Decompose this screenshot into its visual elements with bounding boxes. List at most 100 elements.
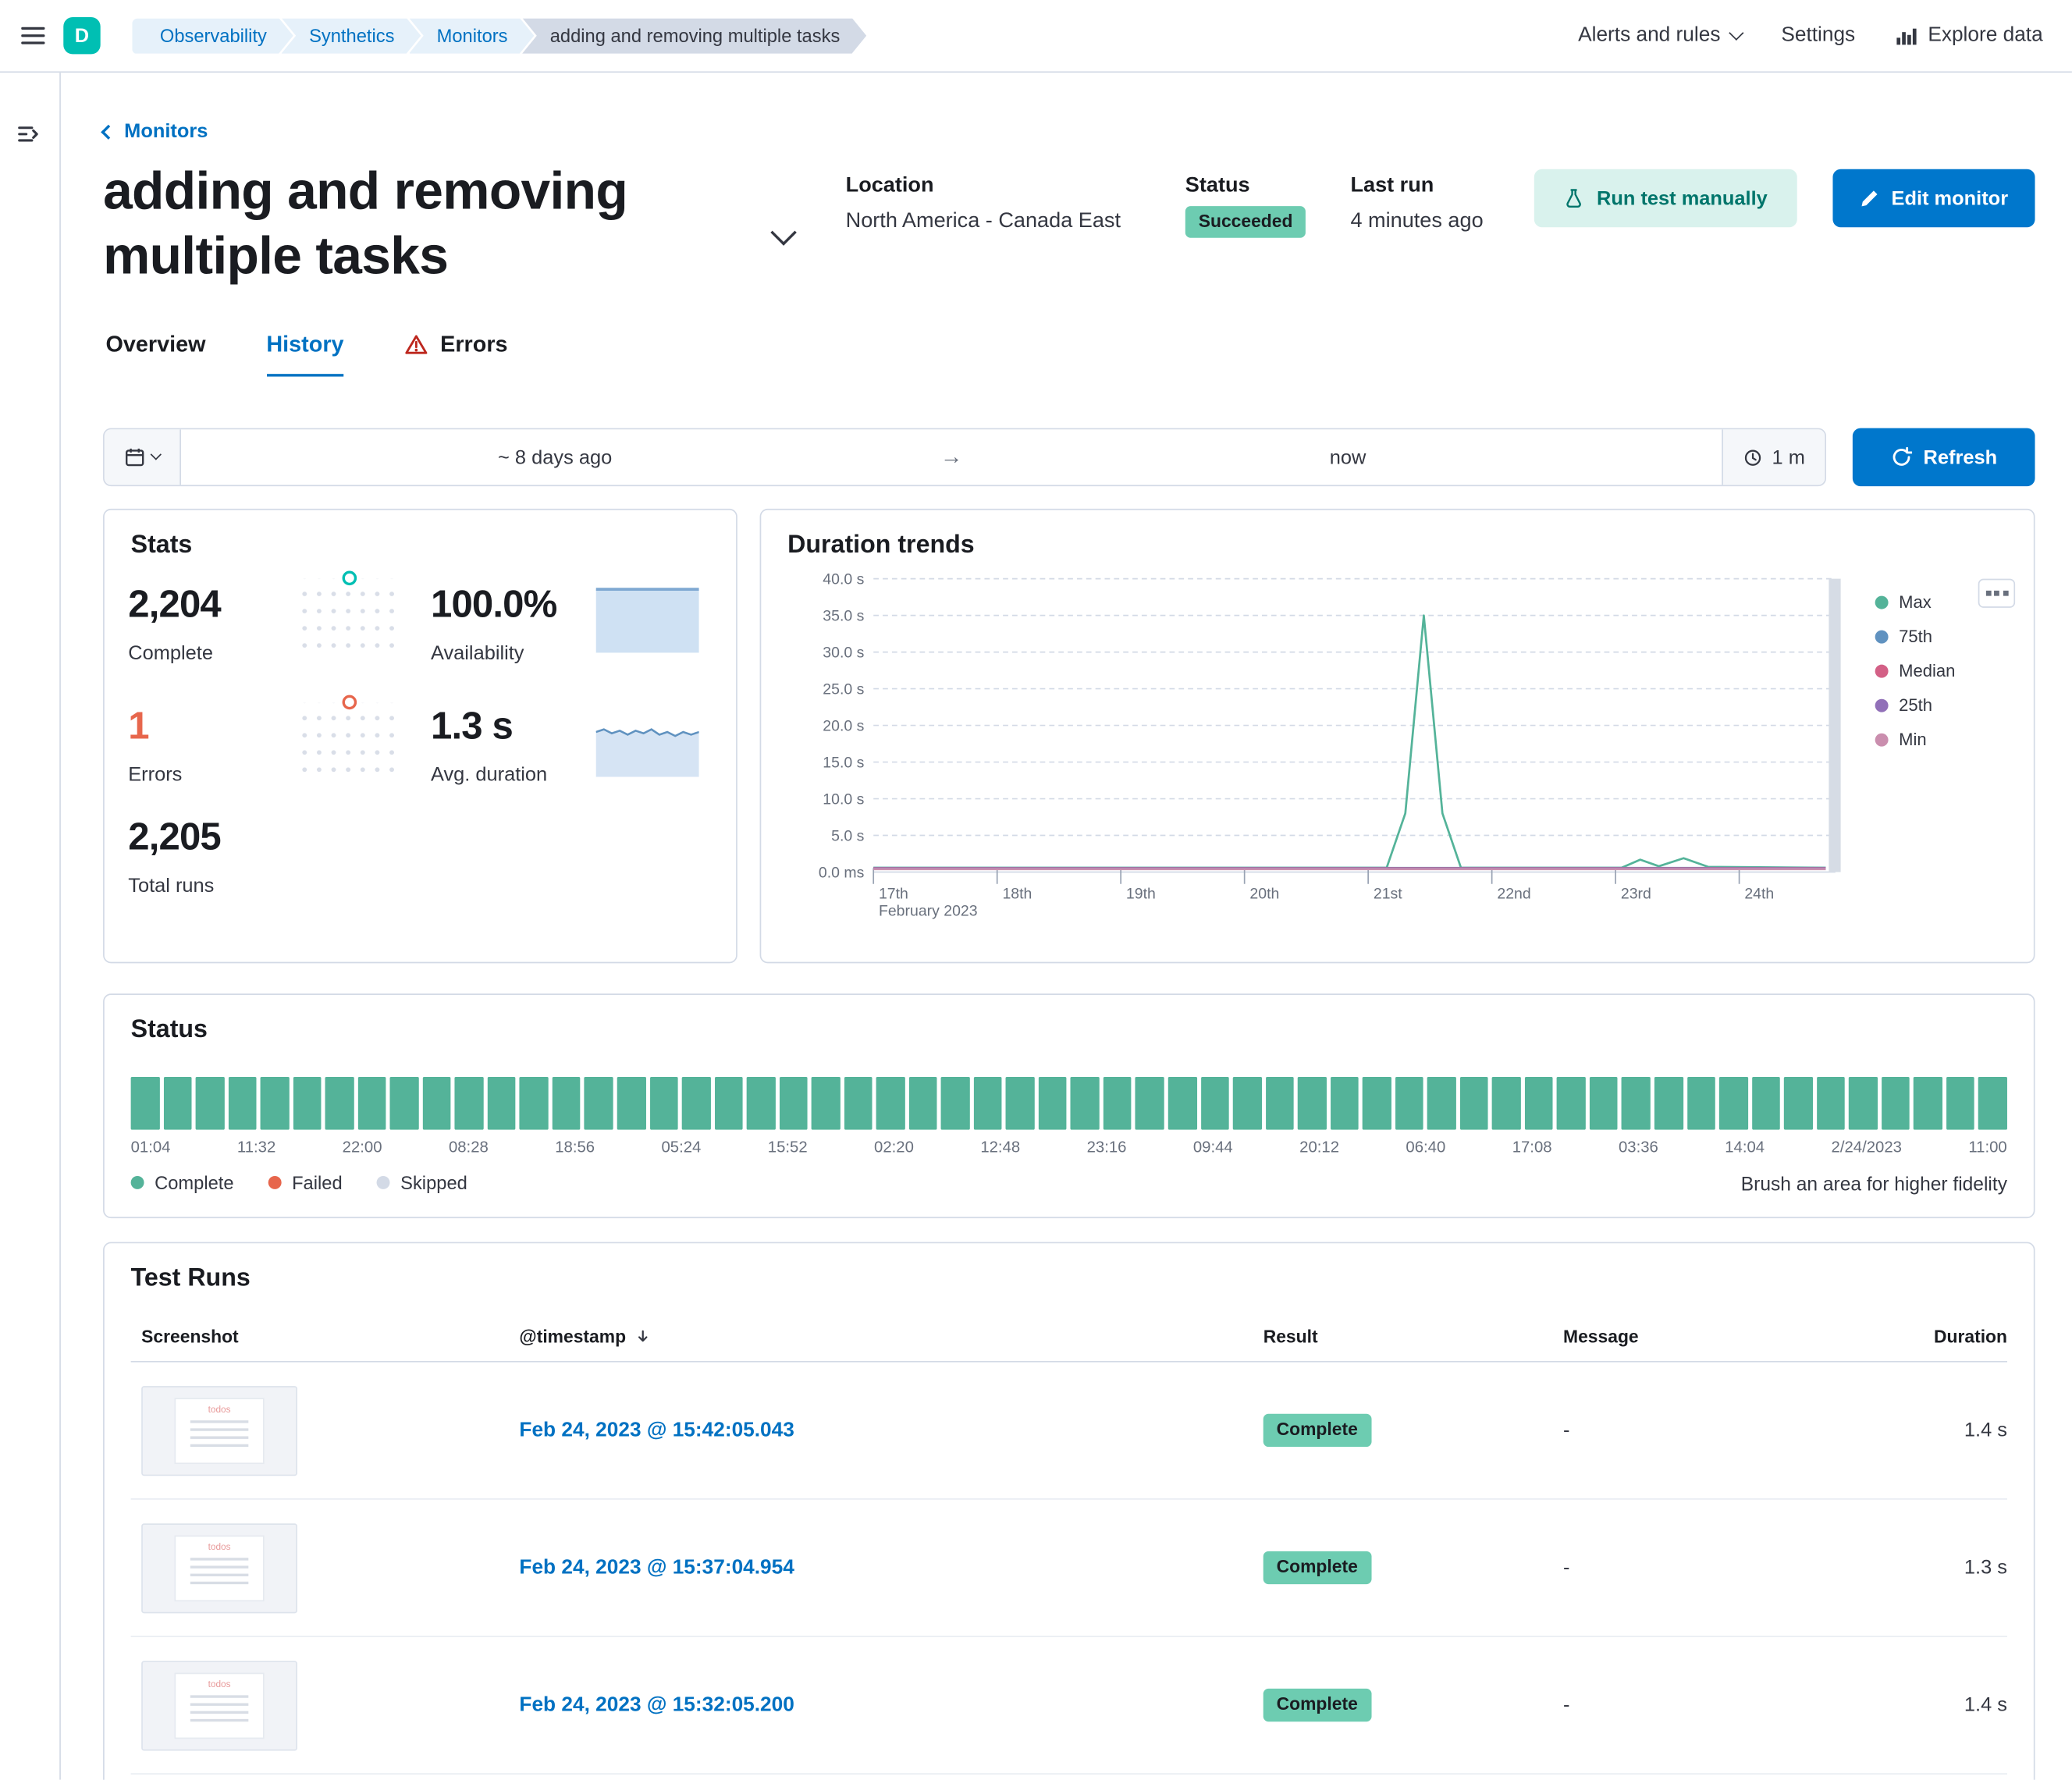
status-legend-item: Complete	[131, 1172, 234, 1193]
hamburger-menu-icon[interactable]	[21, 27, 44, 45]
legend-label: Complete	[155, 1172, 233, 1193]
status-bar	[1557, 1077, 1585, 1130]
breadcrumb-item[interactable]: Observability	[132, 18, 293, 54]
svg-text:35.0 s: 35.0 s	[823, 607, 864, 624]
explore-data-label: Explore data	[1928, 23, 2042, 47]
stats-panel: Stats 2,204 Complete 100.0% Availability…	[103, 509, 737, 963]
test-run-timestamp-link[interactable]: Feb 24, 2023 @ 15:42:05.043	[519, 1419, 794, 1441]
legend-dot	[1875, 595, 1889, 609]
status-legend-item: Skipped	[377, 1172, 467, 1193]
status-legend: CompleteFailedSkipped	[131, 1172, 467, 1193]
status-tick-label: 11:00	[1968, 1138, 2006, 1156]
status-bar	[163, 1077, 191, 1130]
status-bar	[812, 1077, 840, 1130]
column-timestamp[interactable]: @timestamp	[519, 1327, 1263, 1346]
chart-legend-item[interactable]: Median	[1875, 661, 1956, 680]
status-bar	[682, 1077, 710, 1130]
tab-errors[interactable]: Errors	[404, 332, 507, 377]
svg-text:21st: 21st	[1374, 885, 1402, 902]
refresh-interval-button[interactable]: 1 m	[1722, 429, 1825, 485]
legend-label: Min	[1899, 730, 1926, 749]
status-bar	[1849, 1077, 1877, 1130]
tab-history[interactable]: History	[266, 332, 343, 377]
test-run-row: todos Feb 24, 2023 @ 15:32:05.200 Complete…	[131, 1637, 2007, 1775]
test-run-timestamp-link[interactable]: Feb 24, 2023 @ 15:32:05.200	[519, 1693, 794, 1716]
status-bars[interactable]	[131, 1077, 2007, 1130]
legend-dot	[1875, 733, 1889, 746]
status-bar	[1168, 1077, 1196, 1130]
settings-label: Settings	[1781, 23, 1855, 47]
status-bar	[455, 1077, 483, 1130]
breadcrumb-item[interactable]: Synthetics	[282, 18, 421, 54]
date-range-start-field[interactable]: ~ 8 days ago	[181, 429, 929, 485]
explore-data-link[interactable]: Explore data	[1895, 23, 2043, 47]
status-bar	[261, 1077, 289, 1130]
settings-link[interactable]: Settings	[1781, 23, 1855, 47]
svg-text:19th: 19th	[1126, 885, 1156, 902]
stat-total-runs-value: 2,205	[128, 816, 221, 860]
status-bar	[1104, 1077, 1132, 1130]
date-range-end-field[interactable]: now	[974, 429, 1722, 485]
screenshot-thumbnail[interactable]: todos	[141, 1522, 297, 1612]
refresh-interval-value: 1 m	[1772, 446, 1805, 468]
status-bar	[1039, 1077, 1067, 1130]
status-bar	[196, 1077, 224, 1130]
status-bar	[908, 1077, 936, 1130]
column-timestamp-label: @timestamp	[519, 1327, 626, 1346]
quick-select-date-button[interactable]	[105, 429, 181, 485]
status-bar	[1914, 1077, 1942, 1130]
app-viewport: D ObservabilitySyntheticsMonitorsadding …	[0, 0, 2072, 1780]
legend-dot	[131, 1176, 144, 1189]
chart-legend-item[interactable]: 75th	[1875, 627, 1956, 646]
legend-label: Skipped	[400, 1172, 467, 1193]
alerts-and-rules-menu[interactable]: Alerts and rules	[1578, 23, 1741, 47]
status-bar	[1330, 1077, 1358, 1130]
status-bar	[422, 1077, 450, 1130]
column-screenshot: Screenshot	[131, 1327, 520, 1346]
back-to-monitors-link[interactable]: Monitors	[103, 120, 208, 143]
status-bar	[876, 1077, 905, 1130]
status-bar	[1817, 1077, 1845, 1130]
screenshot-thumbnail[interactable]: todos	[141, 1385, 297, 1475]
pencil-icon	[1860, 188, 1879, 208]
dock-navigation-icon[interactable]	[17, 123, 40, 145]
chart-options-button[interactable]	[1978, 579, 2015, 608]
status-bar	[1298, 1077, 1326, 1130]
svg-text:15.0 s: 15.0 s	[823, 754, 864, 771]
chart-legend-item[interactable]: Max	[1875, 592, 1956, 612]
breadcrumb-item[interactable]: Monitors	[409, 18, 534, 54]
svg-text:40.0 s: 40.0 s	[823, 570, 864, 588]
legend-label: Median	[1899, 661, 1955, 680]
svg-text:30.0 s: 30.0 s	[823, 644, 864, 661]
svg-text:24th: 24th	[1744, 885, 1774, 902]
chart-legend-item[interactable]: 25th	[1875, 695, 1956, 715]
test-runs-table-header: Screenshot @timestamp Result Message Dur…	[131, 1312, 2007, 1362]
sort-descending-icon	[634, 1328, 651, 1345]
screenshot-app-title: todos	[208, 1543, 231, 1552]
result-badge: Complete	[1263, 1689, 1371, 1721]
left-sidebar	[0, 73, 61, 1780]
space-avatar[interactable]: D	[63, 17, 100, 54]
duration-trends-chart[interactable]: 40.0 s35.0 s30.0 s25.0 s20.0 s15.0 s10.0…	[785, 570, 1868, 922]
status-ticks: 01:0411:3222:0008:2818:5605:2415:5202:20…	[131, 1138, 2007, 1156]
svg-text:February 2023: February 2023	[879, 902, 978, 919]
message-cell: -	[1563, 1694, 1828, 1717]
svg-text:20.0 s: 20.0 s	[823, 717, 864, 734]
legend-dot	[377, 1176, 390, 1189]
edit-monitor-button[interactable]: Edit monitor	[1832, 169, 2035, 228]
monitor-select-chevron-icon[interactable]	[770, 219, 797, 246]
screenshot-thumbnail[interactable]: todos	[141, 1661, 297, 1750]
refresh-button[interactable]: Refresh	[1853, 428, 2035, 487]
tab-overview[interactable]: Overview	[105, 332, 205, 377]
svg-text:0.0 ms: 0.0 ms	[819, 864, 865, 881]
status-bar	[131, 1077, 159, 1130]
test-run-timestamp-link[interactable]: Feb 24, 2023 @ 15:37:04.954	[519, 1556, 794, 1579]
last-run-value: 4 minutes ago	[1350, 210, 1483, 233]
legend-dot	[268, 1176, 282, 1189]
monitor-header: adding and removing multiple tasks Locat…	[103, 160, 2035, 345]
legend-label: 75th	[1899, 627, 1932, 646]
run-test-manually-button[interactable]: Run test manually	[1534, 169, 1797, 228]
chart-legend-item[interactable]: Min	[1875, 730, 1956, 749]
status-bar	[1265, 1077, 1293, 1130]
stat-avg-duration-value: 1.3 s	[431, 705, 513, 749]
